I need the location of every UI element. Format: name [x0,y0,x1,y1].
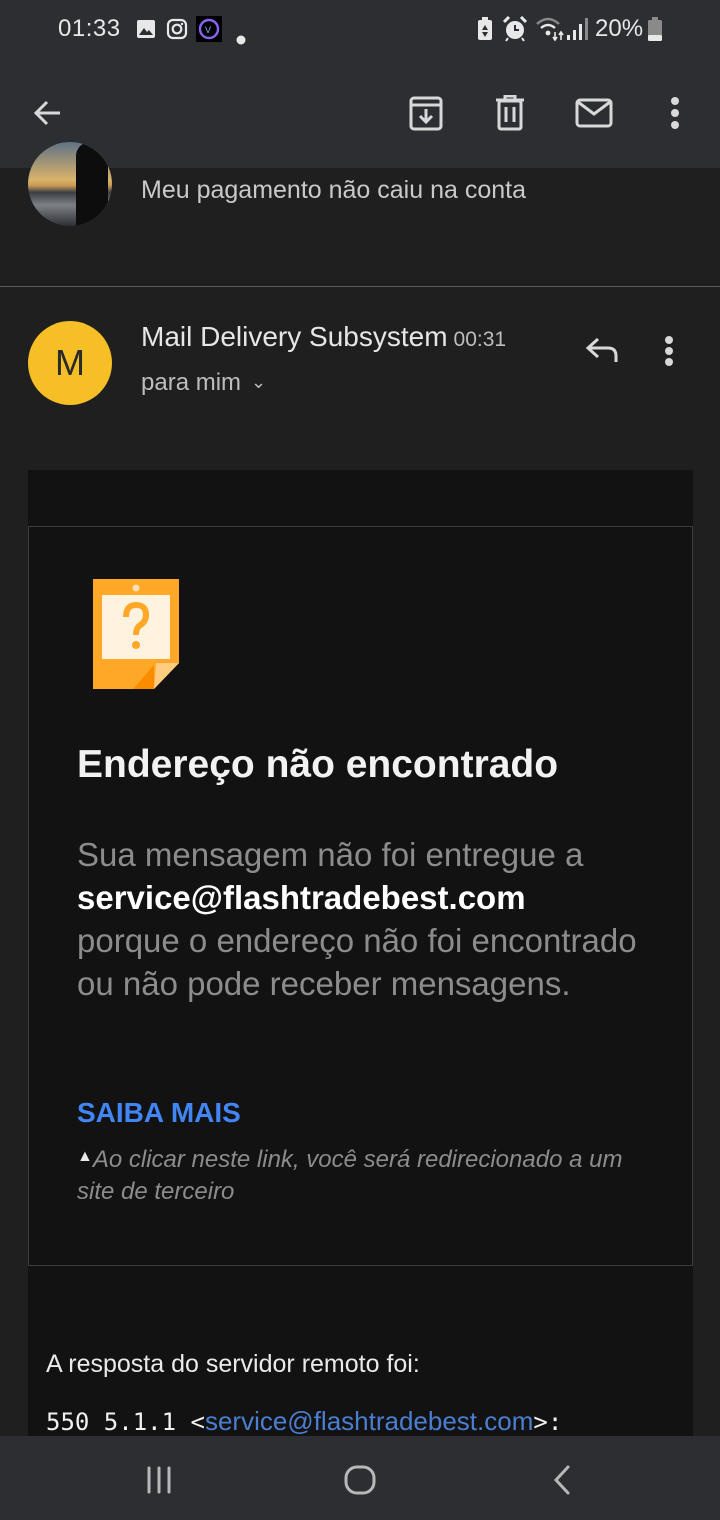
server-response-label: A resposta do servidor remoto foi: [46,1350,420,1378]
mail-icon [575,98,613,128]
message-time: 00:31 [453,328,507,351]
instagram-icon [166,18,188,47]
third-party-warning: ▲Ao clicar neste link, você será redirec… [77,1141,657,1208]
reply-icon [585,337,618,362]
chevron-down-icon: ⌄ [251,372,267,392]
status-bar: 01:33 V 20% [0,0,720,58]
bounce-description-prefix: Sua mensagem não foi entregue a [77,836,584,873]
more-options-button[interactable] [650,88,700,138]
delete-button[interactable] [485,88,535,138]
recipient-details-toggle[interactable]: para mim ⌄ [141,369,266,397]
home-icon [344,1465,376,1495]
more-vert-icon [665,336,673,366]
arrow-left-icon [33,100,60,126]
previous-message-snippet: Meu pagamento não caiu na conta [141,176,526,204]
warning-text: Ao clicar neste link, você será redireci… [77,1146,623,1205]
recent-apps-button[interactable] [134,1458,184,1502]
warning-icon: ▲ [77,1148,93,1165]
bounce-heading: Endereço não encontrado [77,743,559,786]
sender-avatar[interactable]: M [28,321,112,405]
server-response-address-link[interactable]: service@flashtradebest.com [205,1406,533,1436]
mark-unread-button[interactable] [569,88,619,138]
server-response-code: 550 5.1.1 <service@flashtradebest.com>: [46,1406,562,1437]
signal-icon [566,18,588,47]
message-header: M Mail Delivery Subsystem 00:31 para mim ⌄ [0,287,720,427]
notification-dot-icon [236,24,246,52]
svg-text:V: V [205,25,211,35]
app-v-icon: V [196,16,222,49]
gallery-icon [136,18,156,46]
sender-name: Mail Delivery Subsystem [141,321,448,352]
previous-message[interactable]: Meu pagamento não caiu na conta [0,142,720,287]
smtp-code: 550 5.1.1 < [46,1408,205,1436]
trash-icon [496,95,524,131]
bounce-description-suffix: porque o endereço não foi encontrado ou … [77,922,637,1002]
message-more-button[interactable] [664,335,700,375]
bounce-description: Sua mensagem não foi entregue a service@… [77,833,657,1005]
clock: 01:33 [58,15,121,42]
system-navigation-bar [0,1436,720,1520]
wifi-icon [535,16,565,49]
back-button[interactable] [23,88,73,138]
sender-name-line: Mail Delivery Subsystem 00:31 [141,321,506,353]
app-bar [0,58,720,168]
recent-apps-icon [147,1466,171,1494]
battery-saver-icon [477,17,493,48]
battery-icon [648,17,662,48]
sender-photo-avatar [28,142,112,226]
alarm-icon [502,15,528,49]
archive-button[interactable] [401,88,451,138]
archive-icon [409,96,443,131]
reply-button[interactable] [584,335,632,375]
system-back-button[interactable] [537,1458,587,1502]
home-button[interactable] [335,1458,385,1502]
question-note-icon [93,579,179,689]
failed-address: service@flashtradebest.com [77,879,526,916]
smtp-code-suffix: >: [533,1408,563,1436]
more-vert-icon [671,97,679,129]
chevron-left-icon [553,1465,570,1495]
message-body: Endereço não encontrado Sua mensagem não… [28,470,693,1440]
learn-more-link[interactable]: SAIBA MAIS [77,1097,241,1129]
bounce-notice-card: Endereço não encontrado Sua mensagem não… [28,526,693,1266]
battery-percent: 20% [595,15,644,42]
recipient-label: para mim [141,369,242,396]
